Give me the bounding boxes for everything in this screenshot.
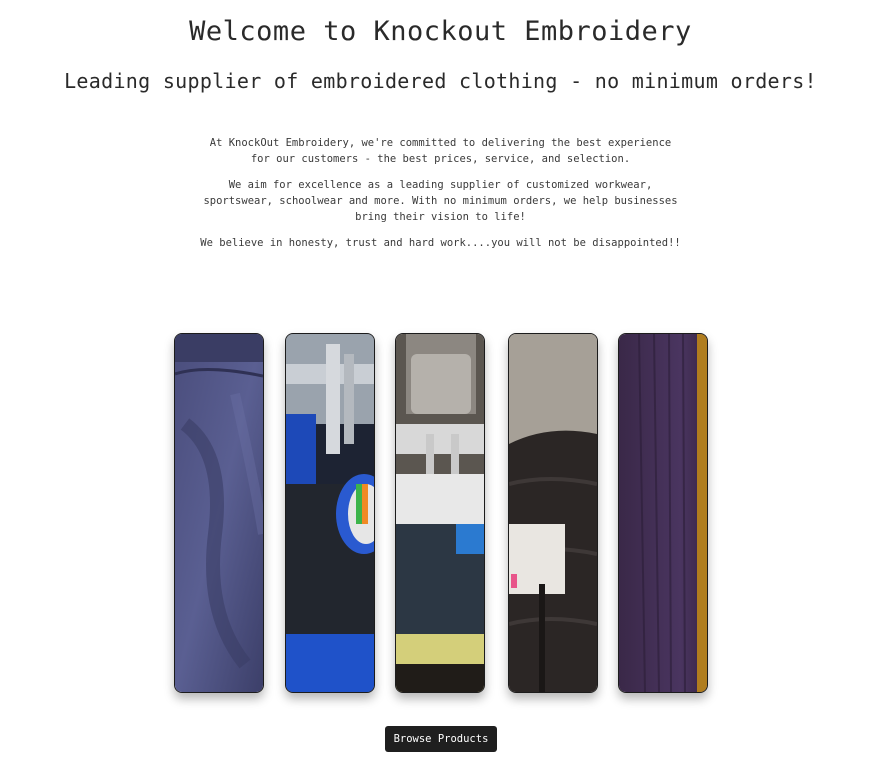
page-title: Welcome to Knockout Embroidery xyxy=(189,16,692,47)
intro-paragraph: We believe in honesty, trust and hard wo… xyxy=(200,237,681,249)
embroidery-machine-needles-photo xyxy=(395,333,485,693)
intro-text: At KnockOut Embroidery, we're committed … xyxy=(200,135,681,261)
embroidery-machine-blue-photo xyxy=(285,333,375,693)
intro-paragraph: At KnockOut Embroidery, we're committed … xyxy=(209,137,672,165)
image-gallery xyxy=(174,333,709,693)
page-subtitle: Leading supplier of embroidered clothing… xyxy=(64,69,817,93)
black-puffer-jacket-photo xyxy=(508,333,598,693)
browse-products-button[interactable]: Browse Products xyxy=(385,726,497,752)
intro-paragraph: We aim for excellence as a leading suppl… xyxy=(203,179,678,223)
purple-knit-fabric-photo xyxy=(618,333,708,693)
navy-fabric-photo xyxy=(174,333,264,693)
